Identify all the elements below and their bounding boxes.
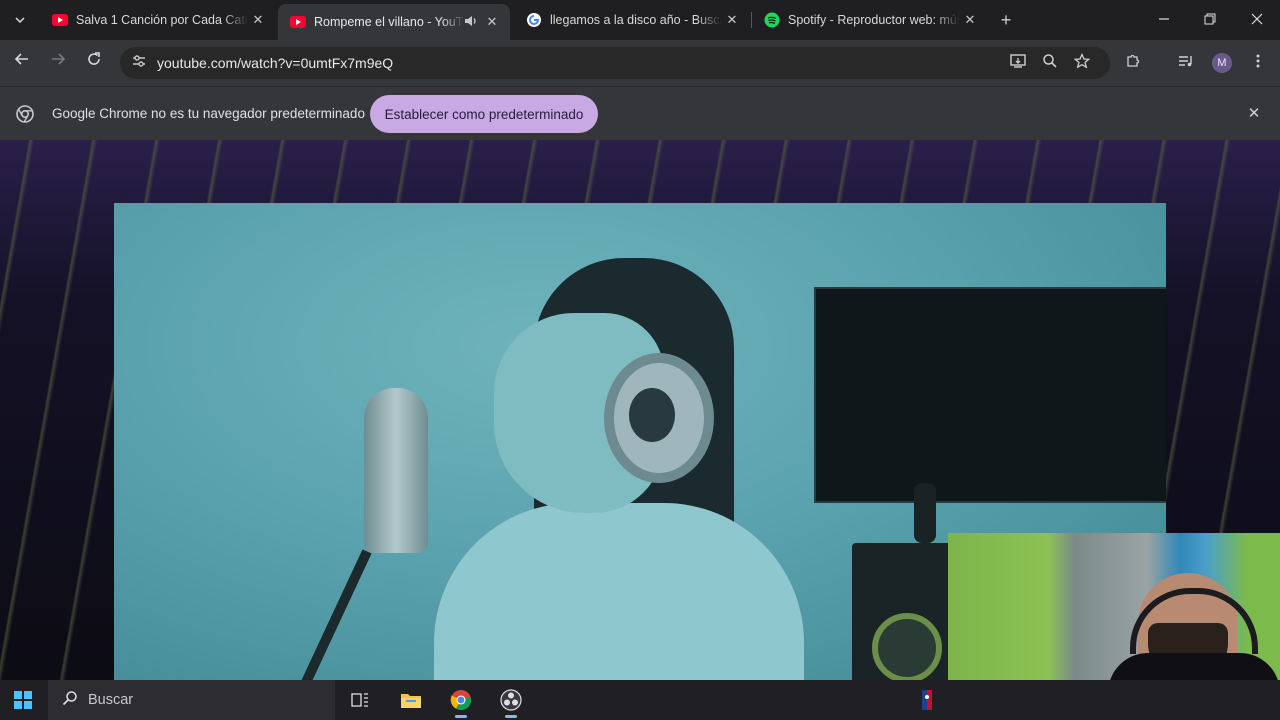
nba-app-icon[interactable] bbox=[914, 687, 940, 713]
restore-button[interactable] bbox=[1200, 10, 1220, 30]
taskbar-search[interactable]: Buscar bbox=[48, 680, 335, 720]
arrow-left-icon bbox=[14, 53, 28, 65]
set-default-button[interactable]: Establecer como predeterminado bbox=[370, 95, 598, 133]
close-icon[interactable]: ✕ bbox=[960, 10, 980, 30]
singer-body bbox=[434, 503, 804, 680]
tab-rompeme-villano[interactable]: Rompeme el villano - YouTube ✕ bbox=[278, 4, 510, 40]
menu-kebab-icon[interactable] bbox=[1248, 53, 1268, 73]
streamer-shirt bbox=[1108, 653, 1280, 680]
close-window-button[interactable] bbox=[1247, 10, 1267, 30]
back-button[interactable] bbox=[10, 51, 34, 75]
youtube-icon bbox=[290, 14, 306, 30]
headphone-cup bbox=[629, 388, 675, 442]
default-browser-infobar: Google Chrome no es tu navegador predete… bbox=[0, 86, 1280, 141]
speaker-cone bbox=[872, 613, 942, 680]
tab-title: Spotify - Reproductor web: música bbox=[788, 13, 960, 27]
studio-microphone bbox=[364, 388, 428, 553]
tab-salva-cancion[interactable]: Salva 1 Canción por Cada Categ ✕ bbox=[40, 4, 276, 36]
youtube-icon bbox=[52, 12, 68, 28]
arrow-right-icon bbox=[52, 53, 66, 65]
studio-monitor-screen bbox=[814, 287, 1166, 503]
figurine bbox=[914, 483, 936, 543]
reload-icon bbox=[88, 52, 100, 65]
webcam-overlay bbox=[948, 533, 1280, 680]
tab-title: Salva 1 Canción por Cada Categ bbox=[76, 13, 248, 27]
browser-toolbar: youtube.com/watch?v=0umtFx7m9eQ M bbox=[0, 40, 1280, 86]
close-icon bbox=[1251, 13, 1263, 25]
url-text[interactable]: youtube.com/watch?v=0umtFx7m9eQ bbox=[157, 55, 393, 71]
chrome-icon bbox=[16, 105, 34, 123]
close-icon[interactable]: ✕ bbox=[1244, 104, 1264, 124]
forward-button[interactable] bbox=[46, 51, 70, 75]
site-info-icon[interactable] bbox=[130, 54, 148, 72]
media-controls-icon[interactable] bbox=[1176, 53, 1196, 73]
spotify-icon bbox=[764, 12, 780, 28]
task-view-icon[interactable] bbox=[347, 687, 373, 713]
search-icon bbox=[60, 690, 80, 710]
tab-title: llegamos a la disco año - Buscar bbox=[550, 13, 722, 27]
infobar-message: Google Chrome no es tu navegador predete… bbox=[52, 106, 365, 121]
windows-taskbar: Buscar bbox=[0, 680, 1280, 720]
windows-start-icon[interactable] bbox=[14, 691, 32, 709]
tab-search-button[interactable] bbox=[8, 8, 32, 32]
tab-title: Rompeme el villano - YouTube bbox=[314, 15, 464, 29]
tab-spotify[interactable]: Spotify - Reproductor web: música ✕ bbox=[752, 4, 988, 36]
close-icon[interactable]: ✕ bbox=[482, 12, 502, 32]
minimize-button[interactable] bbox=[1154, 10, 1174, 30]
chrome-taskbar-icon[interactable] bbox=[448, 687, 474, 718]
obs-icon[interactable] bbox=[498, 687, 524, 718]
reload-button[interactable] bbox=[82, 51, 106, 75]
file-explorer-icon[interactable] bbox=[398, 687, 424, 713]
restore-icon bbox=[1204, 13, 1216, 25]
speaker-icon[interactable] bbox=[464, 15, 478, 30]
zoom-icon[interactable] bbox=[1040, 53, 1060, 73]
tab-strip: Salva 1 Canción por Cada Categ ✕ Rompeme… bbox=[0, 0, 1280, 40]
profile-avatar[interactable]: M bbox=[1212, 53, 1232, 73]
new-tab-button[interactable]: + bbox=[996, 10, 1016, 30]
close-icon[interactable]: ✕ bbox=[722, 10, 742, 30]
close-icon[interactable]: ✕ bbox=[248, 10, 268, 30]
minimize-icon bbox=[1159, 18, 1169, 20]
address-bar[interactable]: youtube.com/watch?v=0umtFx7m9eQ bbox=[120, 47, 1110, 79]
tab-google-search[interactable]: llegamos a la disco año - Buscar ✕ bbox=[514, 4, 750, 36]
mic-stand bbox=[286, 549, 372, 680]
chevron-down-icon bbox=[15, 17, 25, 24]
extensions-puzzle-icon[interactable] bbox=[1123, 53, 1143, 73]
search-placeholder: Buscar bbox=[88, 692, 134, 708]
install-app-icon[interactable] bbox=[1008, 53, 1028, 73]
google-icon bbox=[526, 12, 542, 28]
bookmark-star-icon[interactable] bbox=[1072, 52, 1092, 73]
